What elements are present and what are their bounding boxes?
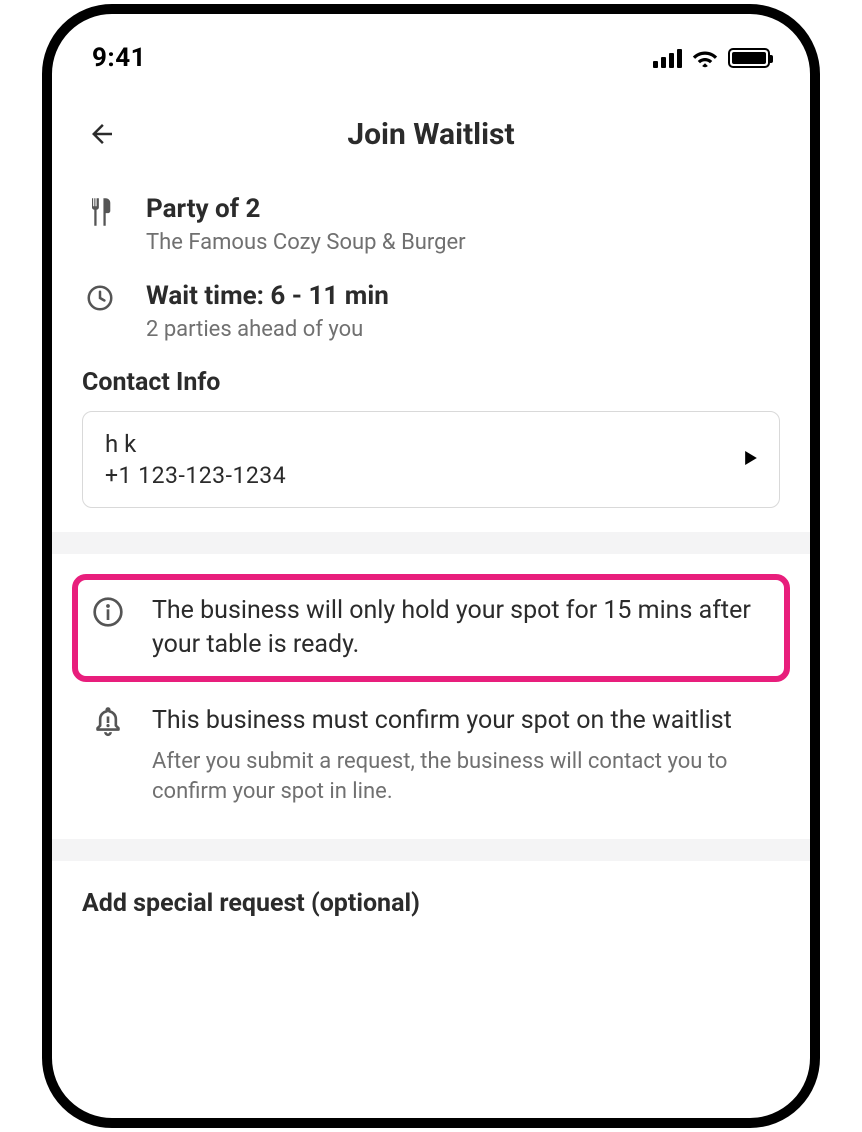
nav-header: Join Waitlist bbox=[52, 84, 810, 174]
notices-section: The business will only hold your spot fo… bbox=[82, 554, 780, 821]
screen: 9:41 bbox=[52, 14, 810, 1118]
utensils-icon bbox=[82, 194, 118, 255]
party-info-row: Party of 2 The Famous Cozy Soup & Burger bbox=[82, 194, 780, 255]
arrow-left-icon bbox=[87, 119, 117, 149]
back-button[interactable] bbox=[82, 114, 122, 154]
parties-ahead-label: 2 parties ahead of you bbox=[146, 317, 389, 342]
status-time: 9:41 bbox=[92, 43, 146, 73]
page-title: Join Waitlist bbox=[52, 117, 810, 152]
clock-icon bbox=[82, 281, 118, 342]
hold-spot-notice: The business will only hold your spot fo… bbox=[72, 574, 790, 682]
confirm-notice-body: After you submit a request, the business… bbox=[152, 747, 774, 806]
status-bar: 9:41 bbox=[52, 14, 810, 84]
caret-right-icon bbox=[745, 450, 757, 469]
battery-icon bbox=[728, 48, 770, 68]
section-divider bbox=[52, 532, 810, 554]
contact-info-card[interactable]: h k +1 123-123-1234 bbox=[82, 411, 780, 508]
confirm-notice-title: This business must confirm your spot on … bbox=[152, 704, 774, 738]
content: Party of 2 The Famous Cozy Soup & Burger… bbox=[52, 174, 810, 918]
cellular-signal-icon bbox=[653, 48, 682, 68]
info-icon bbox=[88, 594, 128, 662]
device-frame: 9:41 bbox=[42, 4, 820, 1128]
restaurant-name: The Famous Cozy Soup & Burger bbox=[146, 230, 466, 255]
hold-spot-text: The business will only hold your spot fo… bbox=[152, 594, 774, 662]
wait-time-row: Wait time: 6 - 11 min 2 parties ahead of… bbox=[82, 281, 780, 342]
contact-phone: +1 123-123-1234 bbox=[105, 462, 286, 489]
wifi-icon bbox=[692, 48, 718, 68]
special-request-label: Add special request (optional) bbox=[82, 861, 780, 918]
status-icons bbox=[653, 48, 770, 68]
party-size-label: Party of 2 bbox=[146, 194, 466, 224]
bell-icon bbox=[88, 704, 128, 807]
contact-name: h k bbox=[105, 430, 286, 458]
confirm-notice: This business must confirm your spot on … bbox=[82, 690, 780, 821]
wait-time-label: Wait time: 6 - 11 min bbox=[146, 281, 389, 311]
contact-info-section-label: Contact Info bbox=[82, 368, 780, 397]
section-divider bbox=[52, 839, 810, 861]
